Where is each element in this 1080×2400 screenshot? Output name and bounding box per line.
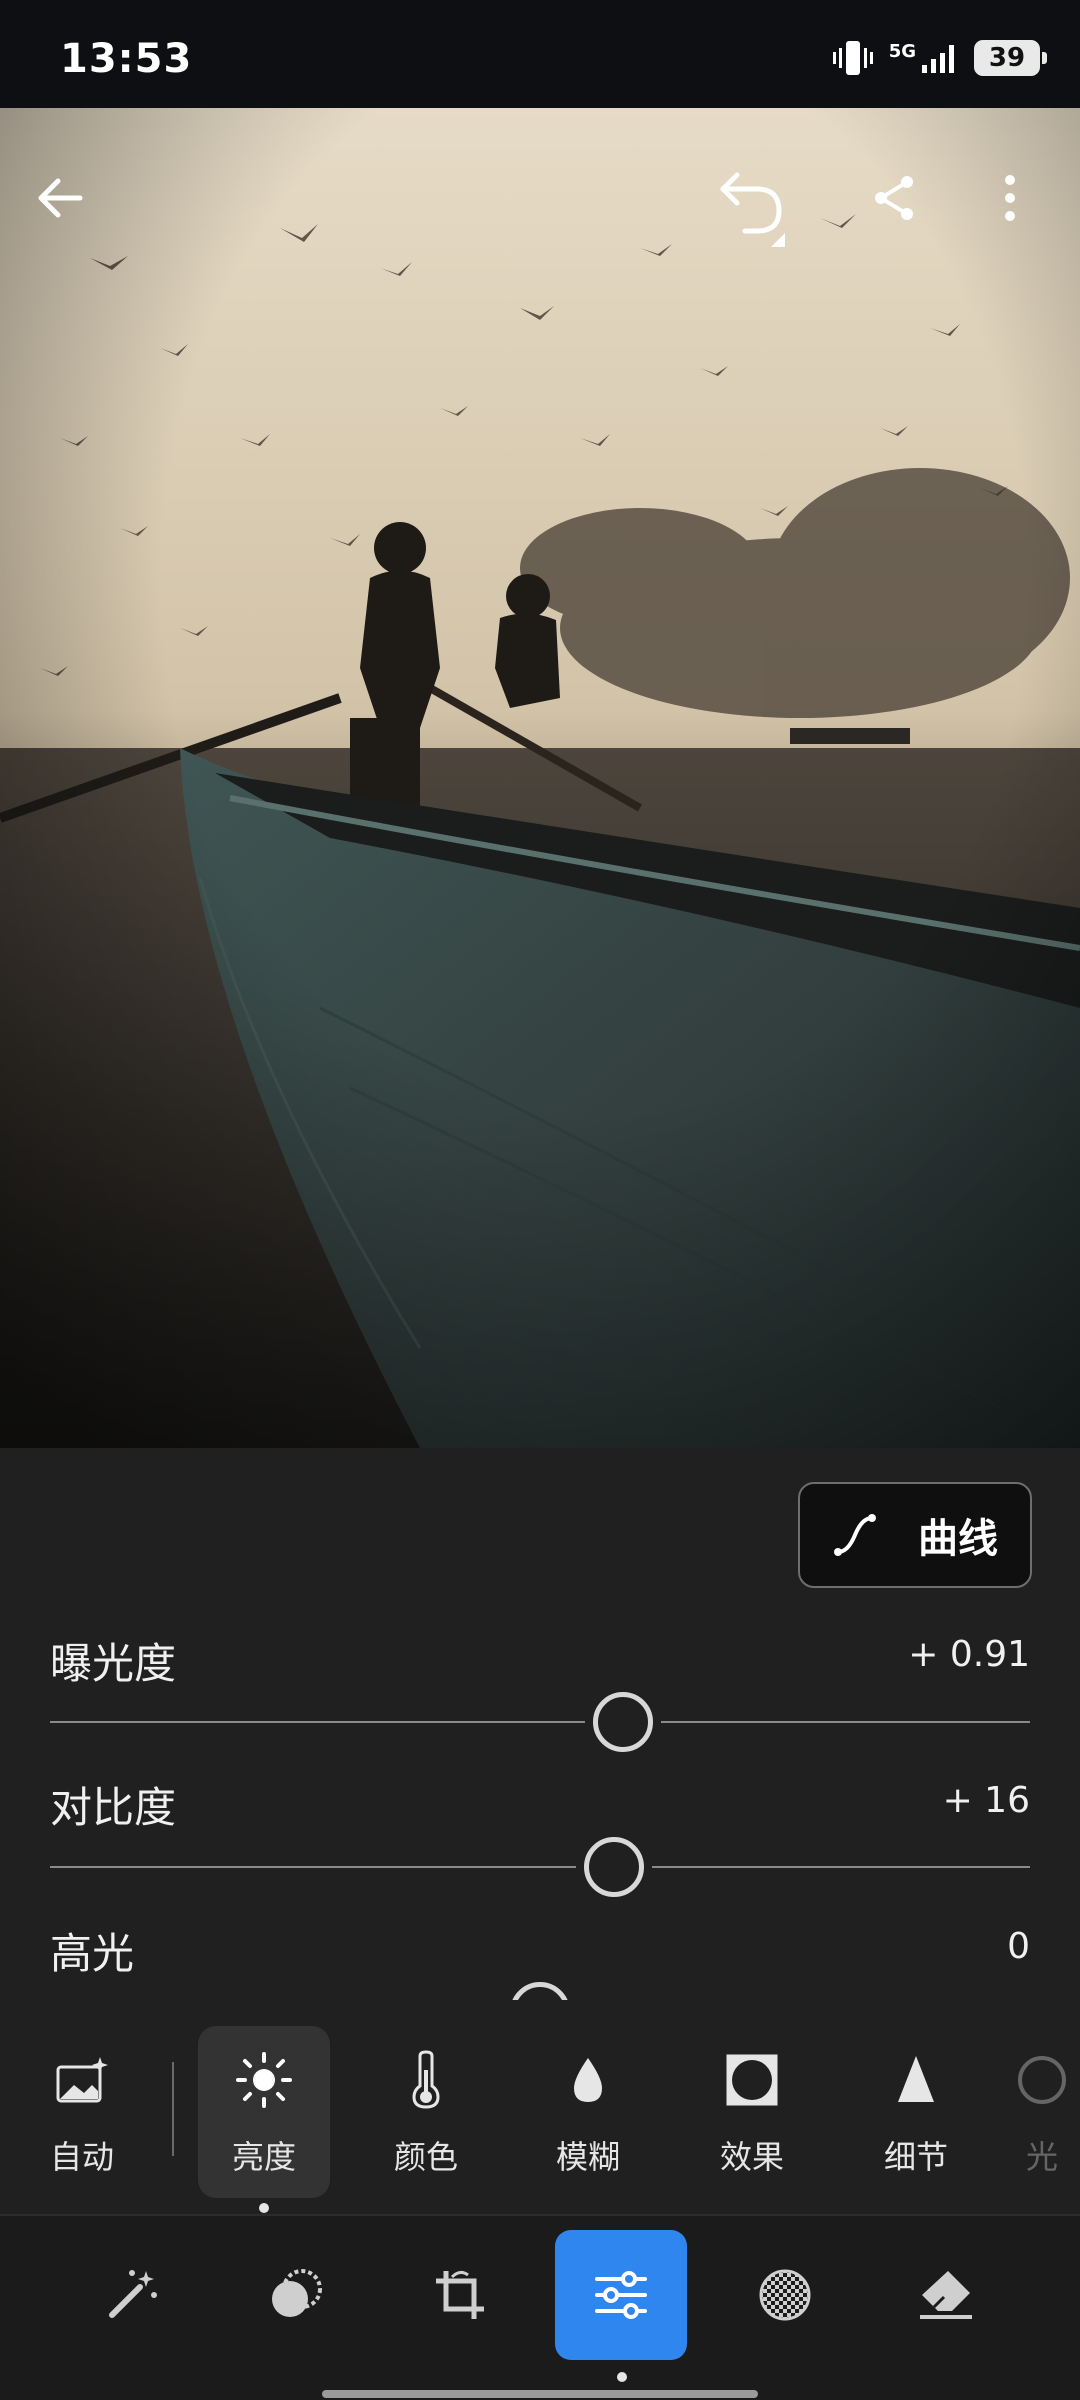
nav-masking-button[interactable] — [230, 2230, 362, 2360]
vibrate-icon — [832, 41, 873, 75]
curve-button-label: 曲线 — [918, 1516, 998, 1562]
tool-optics[interactable]: 光 — [1004, 2026, 1080, 2198]
slider-track-right — [661, 1721, 1030, 1723]
arrow-left-icon — [38, 178, 83, 218]
status-time: 13:53 — [60, 36, 193, 82]
share-button[interactable] — [855, 158, 935, 238]
undo-button[interactable] — [700, 154, 800, 254]
network-type: 5G — [888, 41, 916, 62]
status-bar: 13:53 5G 39 — [0, 0, 1080, 108]
tool-blur[interactable]: 模糊 — [522, 2026, 654, 2198]
thermometer-icon — [412, 2050, 440, 2109]
slider-track-left — [50, 1866, 576, 1868]
exposure-slider[interactable] — [50, 1692, 1030, 1752]
tool-color[interactable]: 颜色 — [360, 2026, 492, 2198]
tool-auto[interactable]: 自动 — [16, 2026, 148, 2198]
photo-canvas[interactable] — [0, 108, 1080, 1448]
photo-toolbar — [0, 108, 1080, 278]
nav-presets-button[interactable] — [719, 2230, 851, 2360]
light-adjustments-panel: 曲线 曝光度 + 0.91 对比度 + 16 高光 0 — [0, 1448, 1080, 2000]
bottom-navigation — [0, 2214, 1080, 2400]
exposure-value[interactable]: + 0.91 — [908, 1634, 1030, 1675]
signal-icon — [922, 45, 954, 73]
crop-icon — [436, 2270, 484, 2319]
vignette-icon — [726, 2054, 778, 2106]
eraser-icon — [920, 2271, 972, 2319]
slider-track-left — [50, 1721, 586, 1723]
nav-remove-button[interactable] — [880, 2230, 1012, 2360]
tool-color-label: 颜色 — [393, 2138, 458, 2176]
auto-image-icon — [56, 2057, 108, 2103]
tool-effects-label: 效果 — [719, 2138, 784, 2176]
tool-auto-label: 自动 — [49, 2138, 114, 2176]
optics-icon — [1018, 2056, 1066, 2104]
sliders-icon — [595, 2271, 647, 2319]
nav-auto-button[interactable] — [66, 2230, 198, 2360]
more-vertical-icon — [1005, 175, 1015, 221]
tool-detail[interactable]: 细节 — [850, 2026, 982, 2198]
home-indicator[interactable] — [322, 2390, 758, 2398]
tool-effects[interactable]: 效果 — [686, 2026, 818, 2198]
share-icon — [875, 176, 913, 220]
magic-wand-icon — [109, 2270, 157, 2318]
tool-blur-label: 模糊 — [555, 2138, 620, 2176]
highlights-value[interactable]: 0 — [1007, 1926, 1030, 1967]
slider-track-right — [651, 1866, 1030, 1868]
more-button[interactable] — [980, 158, 1040, 238]
back-button[interactable] — [20, 158, 100, 238]
nav-edit-button[interactable] — [555, 2230, 687, 2360]
contrast-slider[interactable] — [50, 1837, 1030, 1897]
presets-icon — [759, 2269, 811, 2321]
active-nav-indicator — [617, 2372, 627, 2382]
edit-tool-tabs: 自动 亮度 颜色 模糊 效果 细节 光 — [0, 2000, 1080, 2214]
exposure-label: 曝光度 — [50, 1639, 177, 1688]
curve-icon — [834, 1514, 876, 1556]
sun-icon — [236, 2052, 292, 2108]
highlights-label: 高光 — [50, 1929, 135, 1978]
curve-button[interactable]: 曲线 — [798, 1482, 1032, 1588]
contrast-value[interactable]: + 16 — [943, 1780, 1030, 1821]
tool-detail-label: 细节 — [883, 2138, 948, 2176]
drop-icon — [574, 2058, 602, 2102]
undo-icon — [720, 172, 785, 247]
tool-light[interactable]: 亮度 — [198, 2026, 330, 2198]
highlights-slider-thumb[interactable] — [510, 1982, 570, 2000]
tool-light-label: 亮度 — [231, 2138, 296, 2176]
photo-image — [0, 108, 1080, 1448]
status-icons: 5G 39 — [831, 36, 1047, 80]
nav-crop-button[interactable] — [394, 2230, 526, 2360]
contrast-slider-thumb[interactable] — [583, 1837, 644, 1897]
exposure-slider-thumb[interactable] — [593, 1692, 654, 1752]
contrast-label: 对比度 — [50, 1783, 177, 1832]
triangle-icon — [898, 2056, 934, 2102]
masking-icon — [272, 2269, 322, 2317]
battery-indicator: 39 — [974, 40, 1047, 76]
active-tool-indicator — [259, 2203, 269, 2213]
tool-optics-label: 光 — [1025, 2138, 1058, 2176]
tool-divider — [172, 2062, 174, 2156]
